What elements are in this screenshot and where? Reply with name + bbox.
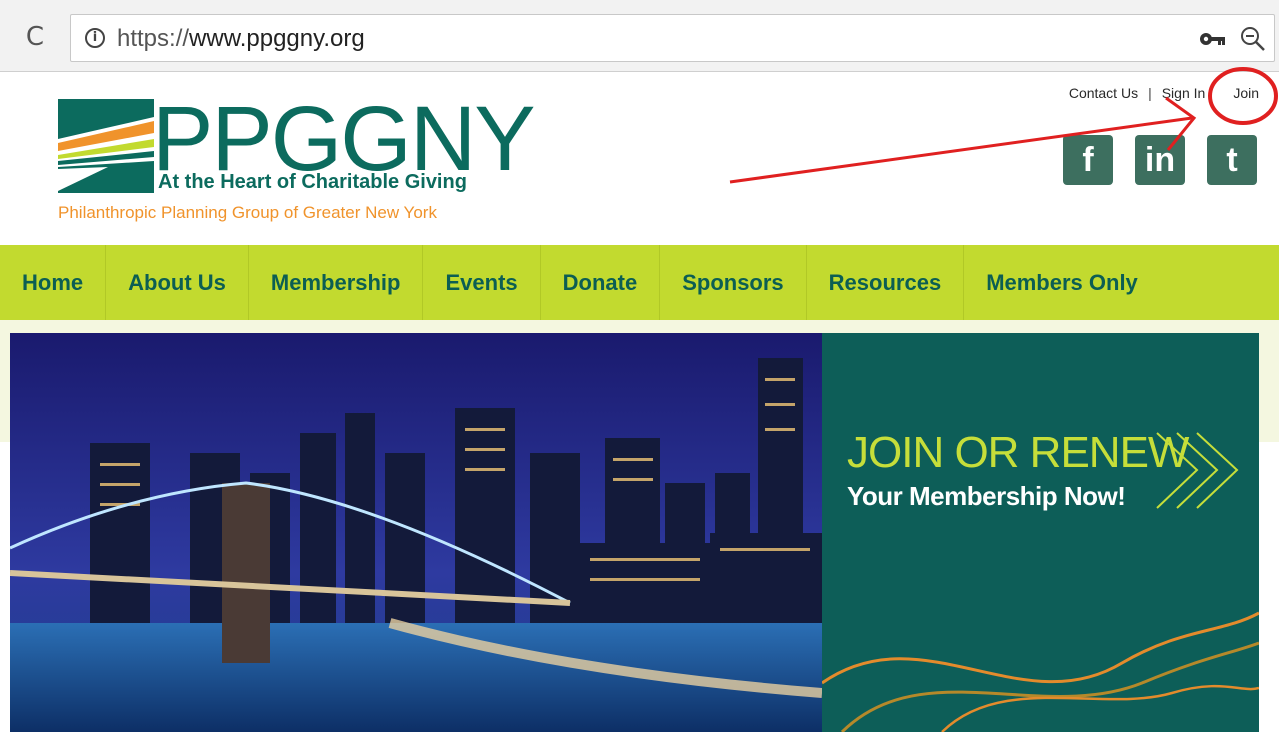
logo-tagline: At the Heart of Charitable Giving	[158, 171, 467, 193]
nav-item-donate[interactable]: Donate	[541, 245, 661, 320]
join-link[interactable]: Join	[1233, 85, 1259, 101]
nav-item-resources[interactable]: Resources	[807, 245, 965, 320]
chevron-right-icon	[1156, 432, 1239, 509]
promo-subtitle: Your Membership Now!	[847, 481, 1126, 511]
sign-in-link[interactable]: Sign In	[1162, 85, 1206, 101]
hero-banner: JOIN OR RENEW Your Membership Now!	[10, 333, 1259, 732]
city-skyline-image	[10, 333, 822, 732]
browser-toolbar: C i https://www.ppggny.org	[0, 0, 1279, 72]
url-host: www.ppggny.org	[189, 25, 365, 52]
promo-swirl-decoration	[822, 611, 1259, 732]
linkedin-icon[interactable]: in	[1135, 135, 1185, 185]
twitter-icon[interactable]: t	[1207, 135, 1257, 185]
nav-item-membership[interactable]: Membership	[249, 245, 424, 320]
nav-item-sponsors[interactable]: Sponsors	[660, 245, 807, 320]
address-bar[interactable]: i https://www.ppggny.org	[70, 14, 1275, 62]
nav-item-home[interactable]: Home	[0, 245, 107, 320]
url-text[interactable]: https://www.ppggny.org	[117, 25, 365, 53]
social-icons: f in t	[1063, 135, 1257, 185]
main-nav: Home About Us Membership Events Donate S…	[0, 245, 1279, 320]
logo-mark-icon	[58, 99, 154, 193]
key-icon[interactable]	[1198, 27, 1226, 51]
site-logo[interactable]: PPGGNY At the Heart of Charitable Giving…	[54, 91, 536, 231]
contact-us-link[interactable]: Contact Us	[1069, 85, 1138, 101]
nav-item-events[interactable]: Events	[423, 245, 541, 320]
url-scheme: https://	[117, 25, 190, 52]
logo-subtitle: Philanthropic Planning Group of Greater …	[58, 203, 437, 222]
facebook-icon[interactable]: f	[1063, 135, 1113, 185]
site-info-icon[interactable]: i	[85, 28, 105, 48]
utility-links: Contact Us | Sign In Join	[1069, 85, 1259, 101]
link-separator: |	[1148, 85, 1152, 101]
nav-item-about-us[interactable]: About Us	[106, 245, 249, 320]
join-renew-promo[interactable]: JOIN OR RENEW Your Membership Now!	[822, 333, 1259, 732]
promo-title: JOIN OR RENEW	[847, 428, 1189, 477]
reload-icon[interactable]: C	[20, 22, 50, 52]
zoom-icon[interactable]	[1238, 24, 1268, 54]
nav-item-members-only[interactable]: Members Only	[964, 245, 1160, 320]
site-header: PPGGNY At the Heart of Charitable Giving…	[0, 73, 1279, 245]
